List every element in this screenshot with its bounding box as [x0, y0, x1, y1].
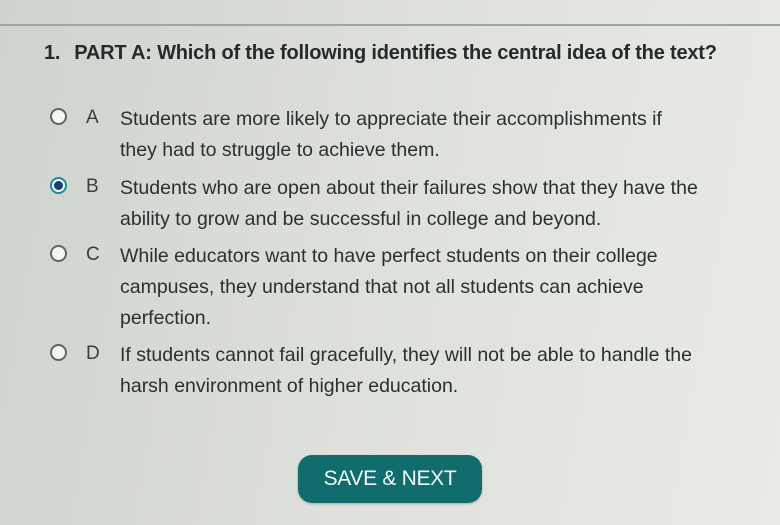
choice-c-line-2: campuses, they understand that not all s… — [120, 276, 644, 298]
choice-letter-b: B — [86, 176, 99, 197]
choice-d-line-1: If students cannot fail gracefully, they… — [120, 344, 692, 366]
question-text: PART A: Which of the following identifie… — [74, 42, 717, 64]
choice-b-line-2: ability to grow and be successful in col… — [120, 208, 602, 230]
radio-button-a[interactable] — [50, 108, 67, 125]
choice-a-line-2: they had to struggle to achieve them. — [120, 139, 440, 161]
choice-text-c: While educators want to have perfect stu… — [120, 241, 780, 334]
choice-text-d: If students cannot fail gracefully, they… — [120, 340, 780, 402]
choice-letter-a: A — [86, 107, 99, 128]
choice-letter-d: D — [86, 343, 100, 364]
choice-b-line-1: Students who are open about their failur… — [120, 177, 698, 199]
choice-c-line-3: perfection. — [120, 307, 212, 329]
choice-text-b: Students who are open about their failur… — [120, 173, 780, 235]
choice-text-a: Students are more likely to appreciate t… — [120, 104, 780, 166]
choice-a-line-1: Students are more likely to appreciate t… — [120, 108, 662, 130]
choice-c-line-1: While educators want to have perfect stu… — [120, 245, 658, 267]
choice-letter-c: C — [86, 244, 100, 265]
question-number: 1. — [44, 42, 61, 64]
question-header: 1. PART A: Which of the following identif… — [44, 42, 780, 65]
radio-button-b-selected[interactable] — [50, 177, 67, 194]
top-divider — [0, 24, 780, 26]
save-and-next-button[interactable]: SAVE & NEXT — [298, 455, 482, 503]
radio-button-c[interactable] — [50, 245, 67, 262]
radio-button-d[interactable] — [50, 344, 67, 361]
choice-d-line-2: harsh environment of higher education. — [120, 375, 459, 397]
